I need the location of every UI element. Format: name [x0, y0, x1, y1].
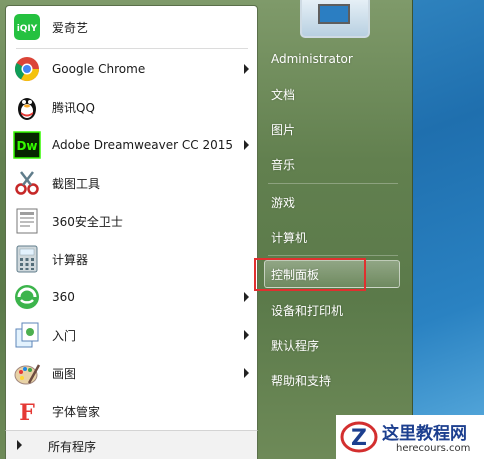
program-360[interactable]: 360 — [9, 279, 255, 315]
program-label: 画图 — [52, 366, 77, 381]
right-item-label: 计算机 — [271, 230, 308, 245]
site-logo-icon: Z — [340, 421, 378, 453]
right-item-administrator[interactable]: Administrator — [265, 45, 401, 73]
submenu-arrow-icon[interactable] — [244, 368, 249, 378]
svg-text:iQIY: iQIY — [17, 24, 38, 34]
paint-icon — [13, 359, 41, 387]
program-label: 截图工具 — [52, 176, 101, 191]
right-item-devices-printers[interactable]: 设备和打印机 — [265, 296, 401, 324]
watermark: Z 这里教程网 herecours.com — [336, 415, 484, 459]
submenu-arrow-icon[interactable] — [244, 140, 249, 150]
program-calculator[interactable]: 计算器 — [9, 241, 255, 277]
program-label: 计算器 — [52, 252, 89, 267]
svg-text:Z: Z — [351, 426, 367, 451]
program-adobe-dreamweaver[interactable]: Dw Adobe Dreamweaver CC 2015 — [9, 127, 255, 163]
right-item-default-programs[interactable]: 默认程序 — [265, 331, 401, 359]
right-item-pictures[interactable]: 图片 — [265, 115, 401, 143]
submenu-arrow-icon[interactable] — [244, 330, 249, 340]
snipping-tool-icon — [13, 169, 41, 197]
program-label: 爱奇艺 — [52, 20, 89, 35]
submenu-arrow-icon[interactable] — [244, 292, 249, 302]
360-safe-icon — [13, 207, 41, 235]
right-item-label: Administrator — [271, 52, 353, 66]
watermark-url: herecours.com — [396, 443, 471, 454]
program-getting-started[interactable]: 入门 — [9, 317, 255, 353]
iqiyi-icon: iQIY — [13, 13, 41, 41]
annotation-highlight-box — [254, 258, 366, 291]
divider — [16, 48, 248, 49]
calculator-icon — [13, 245, 41, 273]
start-menu: iQIY 爱奇艺 Google Chrome 腾讯QQ Dw Adobe Dre… — [0, 0, 413, 459]
360-icon — [13, 283, 41, 311]
program-label: 腾讯QQ — [52, 100, 95, 115]
right-item-label: 默认程序 — [271, 338, 320, 353]
divider — [268, 255, 398, 256]
right-item-label: 文档 — [271, 87, 296, 102]
programs-panel: iQIY 爱奇艺 Google Chrome 腾讯QQ Dw Adobe Dre… — [5, 5, 258, 459]
program-360-safe[interactable]: 360安全卫士 — [9, 203, 255, 239]
divider — [268, 183, 398, 184]
program-google-chrome[interactable]: Google Chrome — [9, 51, 255, 87]
right-item-label: 图片 — [271, 122, 296, 137]
program-label: Google Chrome — [52, 62, 146, 76]
dreamweaver-icon: Dw — [13, 131, 41, 159]
watermark-title: 这里教程网 — [382, 424, 467, 444]
program-label: 360安全卫士 — [52, 214, 123, 229]
expand-arrow-icon — [17, 440, 22, 450]
right-item-label: 设备和打印机 — [271, 303, 344, 318]
program-label: Adobe Dreamweaver CC 2015 — [52, 138, 234, 152]
program-label: 360 — [52, 290, 75, 304]
svg-text:Dw: Dw — [16, 139, 37, 153]
right-item-label: 游戏 — [271, 195, 296, 210]
all-programs-button[interactable]: 所有程序 — [5, 430, 258, 459]
program-iqiyi[interactable]: iQIY 爱奇艺 — [9, 9, 255, 45]
program-snipping-tool[interactable]: 截图工具 — [9, 165, 255, 201]
submenu-arrow-icon[interactable] — [244, 64, 249, 74]
right-item-games[interactable]: 游戏 — [265, 188, 401, 216]
user-picture-tile[interactable] — [300, 0, 370, 38]
chrome-icon — [13, 55, 41, 83]
getting-started-icon — [13, 321, 41, 349]
program-tencent-qq[interactable]: 腾讯QQ — [9, 89, 255, 125]
program-paint[interactable]: 画图 — [9, 355, 255, 391]
program-font-manager[interactable]: F 字体管家 — [9, 393, 255, 429]
right-item-music[interactable]: 音乐 — [265, 150, 401, 178]
right-item-documents[interactable]: 文档 — [265, 80, 401, 108]
program-label: 字体管家 — [52, 404, 101, 419]
qq-penguin-icon — [13, 93, 41, 121]
right-item-label: 音乐 — [271, 157, 296, 172]
right-item-help-support[interactable]: 帮助和支持 — [265, 366, 401, 394]
program-label: 入门 — [52, 328, 77, 343]
right-item-computer[interactable]: 计算机 — [265, 223, 401, 251]
right-item-label: 帮助和支持 — [271, 373, 332, 388]
monitor-icon — [318, 4, 350, 24]
all-programs-label: 所有程序 — [48, 440, 97, 454]
font-manager-icon: F — [13, 397, 41, 425]
svg-text:F: F — [19, 400, 35, 425]
